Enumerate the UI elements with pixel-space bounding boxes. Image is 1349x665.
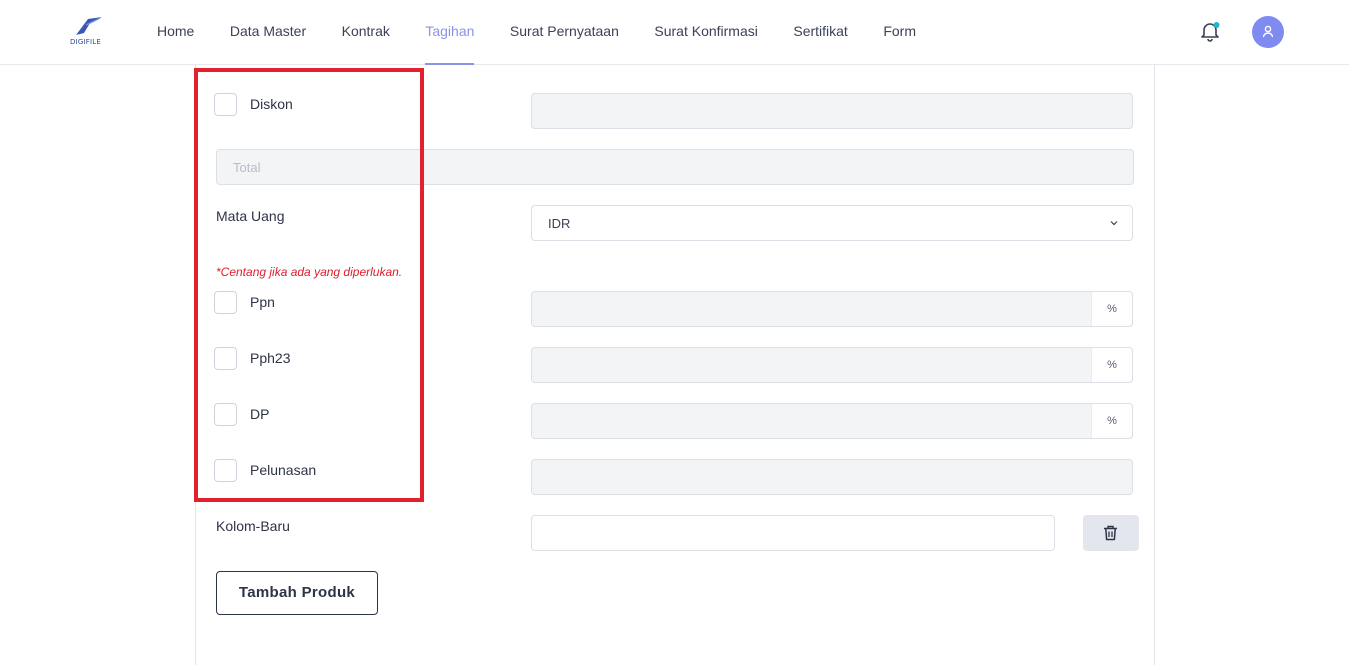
kolom-baru-label: Kolom-Baru <box>216 518 290 534</box>
delete-column-button[interactable] <box>1083 515 1139 551</box>
diskon-checkbox[interactable] <box>214 93 237 116</box>
logo-text: DIGIFILE <box>70 38 101 46</box>
ppn-checkbox[interactable] <box>214 291 237 314</box>
chevron-down-icon <box>1110 221 1118 226</box>
user-icon <box>1262 25 1274 38</box>
nav-data-master[interactable]: Data Master <box>230 0 306 65</box>
nav-sertifikat[interactable]: Sertifikat <box>793 0 847 65</box>
avatar[interactable] <box>1252 16 1284 48</box>
nav-surat-pernyataan[interactable]: Surat Pernyataan <box>510 0 619 65</box>
bell-icon[interactable] <box>1199 20 1221 42</box>
top-navbar: DIGIFILE Home Data Master Kontrak Tagiha… <box>0 0 1349 65</box>
pph23-label: Pph23 <box>250 350 291 366</box>
digifile-logo[interactable]: DIGIFILE <box>68 15 108 49</box>
mata-uang-select[interactable]: IDR <box>531 205 1133 241</box>
kolom-baru-input[interactable] <box>531 515 1055 551</box>
pph23-percent-suffix: % <box>1091 348 1132 382</box>
dp-checkbox[interactable] <box>214 403 237 426</box>
nav-kontrak[interactable]: Kontrak <box>342 0 390 65</box>
mata-uang-value: IDR <box>548 216 571 231</box>
nav-form[interactable]: Form <box>883 0 916 65</box>
logo-mark-icon <box>76 17 102 35</box>
trash-icon <box>1104 525 1117 541</box>
pph23-input[interactable]: % <box>531 347 1133 383</box>
mata-uang-label: Mata Uang <box>216 208 285 224</box>
pelunasan-checkbox[interactable] <box>214 459 237 482</box>
diskon-input[interactable] <box>531 93 1133 129</box>
pph23-checkbox[interactable] <box>214 347 237 370</box>
nav-surat-konfirmasi[interactable]: Surat Konfirmasi <box>654 0 757 65</box>
tambah-produk-button[interactable]: Tambah Produk <box>216 571 378 615</box>
nav-home[interactable]: Home <box>157 0 194 65</box>
pelunasan-label: Pelunasan <box>250 462 317 478</box>
dp-percent-suffix: % <box>1091 404 1132 438</box>
ppn-percent-suffix: % <box>1091 292 1132 326</box>
total-placeholder: Total <box>233 160 261 175</box>
checkbox-note: *Centang jika ada yang diperlukan. <box>216 265 403 279</box>
nav-tagihan[interactable]: Tagihan <box>425 0 475 65</box>
dp-input[interactable]: % <box>531 403 1133 439</box>
diskon-label: Diskon <box>250 96 293 112</box>
pelunasan-input[interactable] <box>531 459 1133 495</box>
dp-label: DP <box>250 406 270 422</box>
main-nav: Home Data Master Kontrak Tagihan Surat P… <box>157 0 952 65</box>
ppn-input[interactable]: % <box>531 291 1133 327</box>
ppn-label: Ppn <box>250 294 275 310</box>
total-input[interactable]: Total <box>216 149 1134 185</box>
